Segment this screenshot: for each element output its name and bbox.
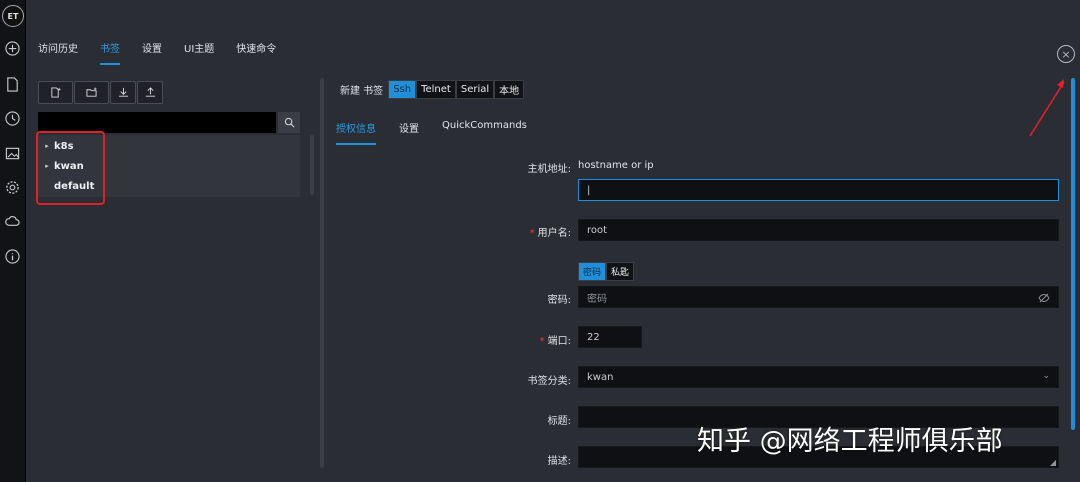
port-value: 22	[587, 331, 600, 343]
cloud-sync-icon[interactable]	[4, 213, 20, 229]
upload-icon	[145, 87, 155, 97]
new-folder-button[interactable]	[74, 81, 109, 104]
new-folder-icon	[86, 87, 97, 97]
protocol-serial[interactable]: Serial	[455, 80, 495, 99]
resize-handle-icon[interactable]: ◢	[1050, 458, 1056, 467]
download-icon	[118, 87, 128, 97]
port-input[interactable]: 22	[578, 326, 642, 348]
category-select[interactable]: kwan ⌄	[578, 366, 1059, 388]
subtab-settings[interactable]: 设置	[399, 120, 419, 145]
close-icon[interactable]: ×	[1057, 45, 1075, 63]
host-label: 主机地址:	[527, 164, 571, 175]
description-label: 描述:	[547, 456, 571, 467]
username-input[interactable]: root	[578, 219, 1059, 241]
form-scrollbar[interactable]	[1071, 78, 1075, 430]
host-input-cursor: |	[587, 184, 591, 196]
image-icon[interactable]	[4, 145, 20, 161]
app-logo: ET	[2, 5, 24, 27]
new-bookmark-label: 新建 书签	[340, 86, 384, 97]
host-input[interactable]: |	[578, 179, 1059, 201]
subtab-quickcommands[interactable]: QuickCommands	[442, 120, 527, 145]
search-icon	[284, 117, 294, 128]
new-bookmark-button[interactable]	[38, 81, 73, 104]
tab-history[interactable]: 访问历史	[38, 40, 78, 65]
auth-password[interactable]: 密码	[578, 262, 607, 281]
form-subtabs: 授权信息 设置 QuickCommands	[336, 120, 550, 145]
tab-ui-theme[interactable]: UI主题	[184, 40, 214, 65]
protocol-ssh[interactable]: Ssh	[388, 80, 417, 99]
tab-quick-commands[interactable]: 快速命令	[236, 40, 276, 65]
username-label: * 用户名:	[529, 228, 571, 239]
password-label: 密码:	[547, 295, 571, 306]
new-file-icon	[51, 87, 61, 98]
protocol-telnet[interactable]: Telnet	[416, 80, 456, 99]
title-label: 标题:	[547, 416, 571, 427]
protocol-selector: 新建 书签 Ssh Telnet Serial 本地	[340, 80, 525, 99]
settings-gear-icon[interactable]	[4, 179, 20, 195]
import-button[interactable]	[110, 81, 136, 104]
category-value: kwan	[587, 371, 614, 383]
top-tabs: 访问历史 书签 设置 UI主题 快速命令	[38, 40, 298, 65]
history-clock-icon[interactable]	[4, 110, 20, 126]
export-button[interactable]	[137, 81, 163, 104]
auth-private-key[interactable]: 私匙	[606, 262, 635, 281]
add-icon[interactable]	[4, 40, 20, 56]
bookmark-file-icon[interactable]	[4, 76, 20, 92]
password-placeholder: 密码	[587, 293, 607, 305]
search-button[interactable]	[278, 112, 300, 133]
panel-divider[interactable]	[320, 78, 324, 468]
watermark-text: 知乎 @网络工程师俱乐部	[697, 426, 1003, 457]
tab-settings[interactable]: 设置	[142, 40, 162, 65]
port-label: * 端口:	[539, 336, 571, 347]
red-highlight-box	[36, 131, 105, 205]
password-input[interactable]: 密码	[578, 286, 1059, 308]
username-value: root	[587, 224, 608, 236]
tree-scrollbar[interactable]	[310, 135, 314, 195]
tab-bookmarks[interactable]: 书签	[100, 40, 120, 65]
subtab-auth[interactable]: 授权信息	[336, 120, 376, 145]
red-arrow-annotation	[1029, 79, 1065, 137]
icon-rail: ET	[0, 0, 26, 482]
host-hint: hostname or ip	[578, 160, 654, 171]
chevron-down-icon: ⌄	[1042, 371, 1050, 381]
eye-hidden-icon[interactable]	[1038, 292, 1050, 304]
info-icon[interactable]	[4, 248, 20, 264]
protocol-local[interactable]: 本地	[494, 80, 525, 99]
bookmark-search-input[interactable]	[38, 112, 276, 133]
auth-type-selector: 密码 私匙	[578, 262, 635, 281]
category-label: 书签分类:	[527, 376, 571, 387]
